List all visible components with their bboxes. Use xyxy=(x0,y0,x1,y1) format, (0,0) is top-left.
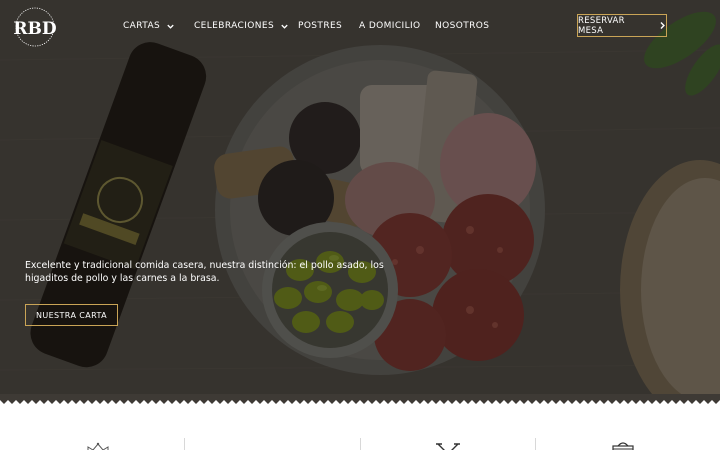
our-menu-button[interactable]: NUESTRA CARTA xyxy=(25,304,118,326)
hero-background-photo xyxy=(0,0,720,400)
crown-icon xyxy=(87,442,109,450)
main-navigation: RBD CARTAS CELEBRACIONES POSTRES A DOMIC… xyxy=(0,0,720,52)
logo-emblem-icon: RBD xyxy=(14,7,56,47)
logo[interactable]: RBD xyxy=(14,6,56,48)
nav-item-a-domicilio[interactable]: A DOMICILIO xyxy=(359,19,421,33)
feature-divider xyxy=(360,438,361,450)
nav-item-cartas[interactable]: CARTAS xyxy=(123,19,175,33)
hero-description: Excelente y tradicional comida casera, n… xyxy=(25,260,384,284)
features-strip xyxy=(0,404,720,450)
nav-item-label: POSTRES xyxy=(298,21,343,31)
nav-item-nosotros[interactable]: NOSOTROS xyxy=(435,19,489,33)
nav-item-postres[interactable]: POSTRES xyxy=(298,19,342,33)
zigzag-divider xyxy=(0,394,720,404)
feature-divider xyxy=(535,438,536,450)
nav-item-label: CELEBRACIONES xyxy=(194,21,275,31)
reserve-table-label: RESERVAR MESA xyxy=(578,15,625,36)
nav-item-label: CARTAS xyxy=(123,21,161,31)
feature-divider xyxy=(184,438,185,450)
reserve-table-button[interactable]: RESERVAR MESA xyxy=(577,14,667,37)
chevron-right-icon xyxy=(660,22,666,29)
nav-item-label: NOSOTROS xyxy=(435,21,490,31)
nav-item-label: A DOMICILIO xyxy=(359,21,421,31)
nav-item-celebraciones[interactable]: CELEBRACIONES xyxy=(194,19,289,33)
hero-section: RBD CARTAS CELEBRACIONES POSTRES A DOMIC… xyxy=(0,0,720,400)
chevron-down-icon xyxy=(281,24,288,29)
crossed-utensils-icon xyxy=(436,443,460,450)
chevron-down-icon xyxy=(167,24,174,29)
takeaway-bag-icon xyxy=(612,442,634,450)
logo-text: RBD xyxy=(14,19,56,39)
